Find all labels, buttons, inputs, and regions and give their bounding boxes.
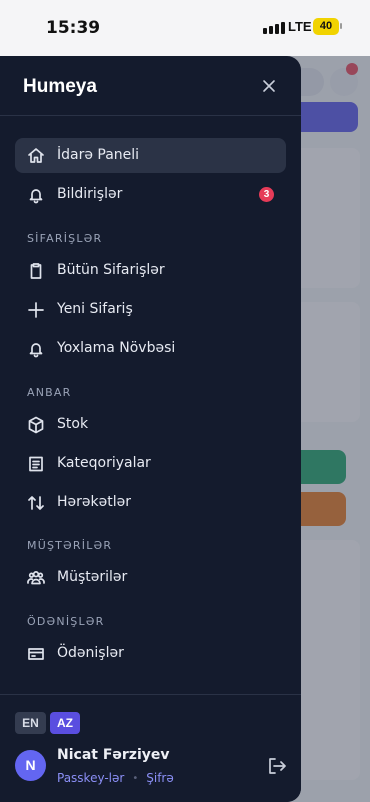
list-icon — [26, 454, 46, 474]
users-icon — [26, 568, 46, 588]
nav-item-stock[interactable]: Stok — [15, 407, 286, 442]
home-icon — [26, 146, 46, 166]
plus-icon — [26, 300, 46, 320]
nav-item-label: Yeni Sifariş — [57, 301, 133, 317]
passkeys-link[interactable]: Passkey-lər — [57, 771, 124, 785]
section-customers-title: MÜŞTƏRİLƏR — [27, 539, 113, 552]
language-en-button[interactable]: EN — [15, 712, 46, 734]
nav-item-label: Kateqoriyalar — [57, 455, 151, 471]
logout-icon[interactable] — [266, 756, 288, 776]
language-az-button[interactable]: AZ — [50, 712, 80, 734]
nav-item-categories[interactable]: Kateqoriyalar — [15, 446, 286, 481]
user-links: Passkey-lər • Şifrə — [57, 771, 174, 785]
bell-icon — [26, 185, 46, 205]
nav-item-label: Hərəkətlər — [57, 494, 131, 510]
nav-item-label: İdarə Paneli — [57, 147, 140, 163]
section-payments-title: ÖDƏNİŞLƏR — [27, 615, 105, 628]
nav-item-review-queue[interactable]: Yoxlama Növbəsi — [15, 331, 286, 366]
nav-item-label: Müştərilər — [57, 569, 128, 585]
nav-item-label: Bildirişlər — [57, 186, 123, 202]
divider — [0, 115, 301, 116]
close-icon[interactable] — [259, 76, 279, 96]
nav-item-all-orders[interactable]: Bütün Sifarişlər — [15, 253, 286, 288]
nav-item-movements[interactable]: Hərəkətlər — [15, 485, 286, 520]
arrows-up-down-icon — [26, 493, 46, 513]
nav-item-label: Ödənişlər — [57, 645, 124, 661]
section-orders-title: SİFARİŞLƏR — [27, 232, 103, 245]
avatar: N — [15, 750, 46, 781]
card-icon — [26, 644, 46, 664]
battery-icon: 40 — [313, 18, 339, 35]
network-label: LTE — [288, 19, 312, 34]
brand-title: Humeya — [23, 76, 97, 97]
signal-icon — [263, 22, 285, 34]
separator-dot: • — [132, 772, 139, 784]
nav-item-label: Bütün Sifarişlər — [57, 262, 165, 278]
box-icon — [26, 415, 46, 435]
section-warehouse-title: ANBAR — [27, 386, 72, 399]
battery-tip — [340, 23, 342, 29]
nav-item-label: Stok — [57, 416, 89, 432]
status-time: 15:39 — [46, 18, 101, 38]
clipboard-icon — [26, 261, 46, 281]
nav-item-new-order[interactable]: Yeni Sifariş — [15, 292, 286, 327]
nav-item-payments[interactable]: Ödənişlər — [15, 636, 286, 671]
notification-badge: 3 — [259, 187, 274, 202]
user-name: Nicat Fərziyev — [57, 747, 170, 763]
nav-item-customers[interactable]: Müştərilər — [15, 560, 286, 595]
navigation-drawer: Humeya İdarə Paneli Bildirişlər 3 SİFARİ… — [0, 56, 301, 802]
nav-item-notifications[interactable]: Bildirişlər 3 — [15, 177, 286, 212]
nav-item-label: Yoxlama Növbəsi — [57, 340, 176, 356]
drawer-footer: EN AZ N Nicat Fərziyev Passkey-lər • Şif… — [0, 694, 301, 802]
password-link[interactable]: Şifrə — [146, 771, 174, 785]
bell-icon — [26, 339, 46, 359]
divider — [0, 694, 301, 695]
status-bar: 15:39 LTE 40 — [0, 0, 370, 56]
nav-item-dashboard[interactable]: İdarə Paneli — [15, 138, 286, 173]
